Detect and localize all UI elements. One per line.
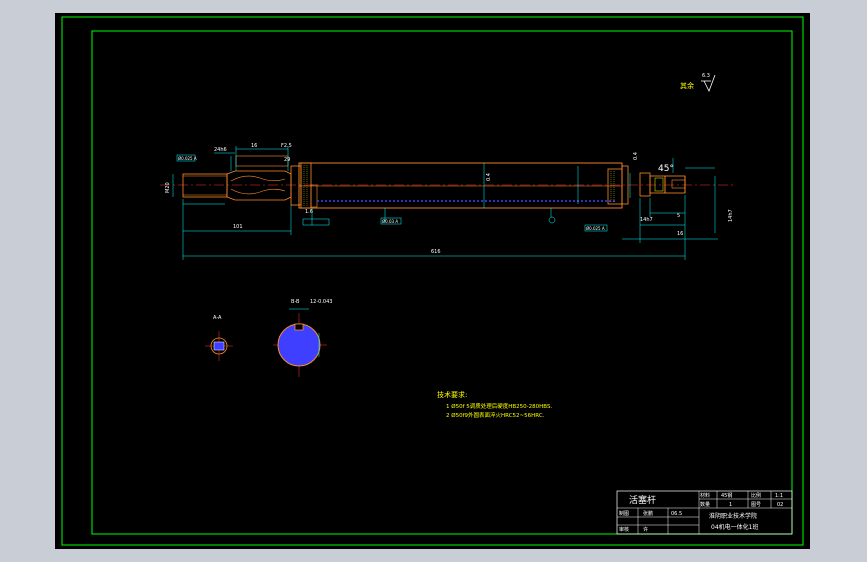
roughness-value: 6.3 [702, 73, 710, 79]
checked-value: 许 [643, 526, 648, 533]
dim-width-a: 14h7 [640, 217, 653, 223]
notes-line1: 1 Ø50f 5调质处理后硬度HB250-280HBS. [446, 402, 552, 410]
scale-value: 1:1 [775, 493, 783, 499]
dimension-texts: 24h6 16 F2.5 29 45° 616 101 M20 14h7 1.6… [165, 143, 734, 255]
tol-left: Ø0.025 A [178, 156, 197, 161]
cad-drawing: 其余 6.3 24h6 16 F2.5 29 45° 616 101 M20 1… [61, 16, 804, 546]
drawn-value: 张鹏 [643, 510, 653, 517]
dim-width-b: 1.6 [305, 209, 313, 215]
roughness-note: 其余 6.3 [680, 73, 716, 92]
dim-d5: 45° [658, 164, 674, 174]
class-name: 04机电一体化1班 [711, 523, 758, 531]
dim-right-c: 14h7 [728, 209, 734, 222]
drawing-sheet: 其余 6.3 24h6 16 F2.5 29 45° 616 101 M20 1… [55, 13, 810, 549]
title-block: 活塞杆 材料 45钢 数量 1 比例 1:1 图号 02 制图 张鹏 06.5 … [616, 490, 793, 535]
scale-label: 比例 [751, 492, 761, 499]
material-value: 45钢 [721, 492, 732, 499]
left-end [182, 173, 228, 198]
drawn-label: 制图 [619, 510, 629, 517]
section-b-dim: 12-0.043 [310, 299, 332, 305]
tol-mid: Ø0.03 A [382, 219, 398, 224]
notes-heading: 技术要求: [437, 390, 467, 399]
dim-right-a: 5 [677, 213, 680, 219]
dim-d4: 29 [284, 157, 290, 163]
checked-label: 审核 [619, 526, 629, 533]
date-value: 06.5 [671, 511, 682, 517]
quantity-value: 1 [729, 502, 732, 508]
dim-left-dia: M20 [165, 182, 171, 193]
dim-total: 616 [431, 249, 441, 255]
section-b-label: B-B [291, 299, 300, 305]
keyway [235, 155, 289, 167]
technical-notes: 技术要求: 1 Ø50f 5调质处理后硬度HB250-280HBS. 2 Ø50… [437, 390, 552, 419]
part-title: 活塞杆 [629, 494, 656, 506]
dim-right-b: 16 [677, 231, 683, 237]
section-a-label: A-A [213, 315, 222, 321]
ra-mid: 0.4 [486, 173, 492, 181]
section-a-a: A-A [205, 315, 233, 361]
dim-d2: 16 [251, 143, 257, 149]
school-name: 淮阴职业技术学院 [709, 512, 757, 520]
dim-d1: 24h6 [214, 147, 227, 153]
inner-border [91, 30, 793, 535]
ra-right: 0.4 [633, 152, 639, 160]
section-b-b: B-B 12-0.043 [273, 299, 332, 377]
dim-d3: F2.5 [281, 143, 292, 149]
piston-rod-view [160, 155, 735, 209]
neck [226, 170, 292, 201]
outer-border [61, 16, 804, 546]
notes-line2: 2 Ø50f9外圆表面淬火HRC52~56HRC. [446, 411, 545, 419]
material-label: 材料 [700, 492, 710, 499]
dim-left-len: 101 [233, 224, 243, 230]
drawing-no-value: 02 [777, 502, 783, 508]
drawing-no-label: 图号 [751, 502, 761, 508]
tol-right: Ø0.025 A [586, 226, 605, 231]
roughness-label: 其余 [680, 81, 694, 90]
quantity-label: 数量 [700, 501, 710, 508]
